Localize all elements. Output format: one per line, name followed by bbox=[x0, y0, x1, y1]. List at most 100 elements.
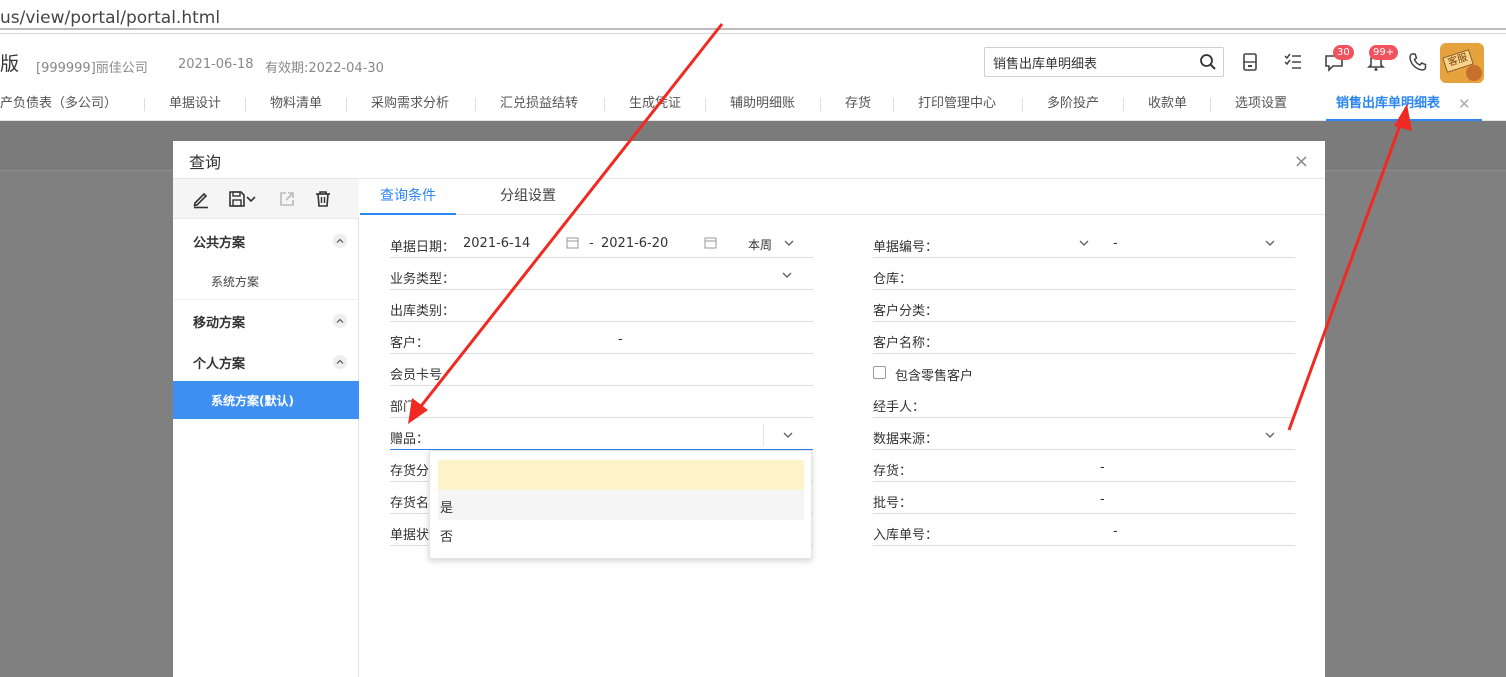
tab-inventory[interactable]: 存货 bbox=[845, 87, 871, 121]
tab-divider bbox=[475, 98, 476, 111]
chevron-down-icon[interactable] bbox=[1265, 238, 1275, 248]
url-text[interactable]: us/view/portal/portal.html bbox=[0, 6, 1506, 30]
tab-exchange-gain[interactable]: 汇兑损益结转 bbox=[500, 87, 578, 121]
include-retail-field[interactable]: 包含零售客户 bbox=[873, 359, 1295, 387]
calendar-icon[interactable] bbox=[704, 236, 717, 249]
tab-balance-sheet[interactable]: 产负债表（多公司） bbox=[0, 87, 117, 121]
task-list-icon[interactable] bbox=[1283, 52, 1303, 72]
customer-range-separator: - bbox=[618, 332, 623, 347]
gift-option-no-label: 否 bbox=[440, 530, 454, 545]
warehouse-field[interactable]: 仓库： bbox=[873, 262, 1295, 290]
doc-no-field[interactable]: 单据编号： - bbox=[873, 230, 1295, 258]
calendar-icon[interactable] bbox=[566, 236, 579, 249]
trash-icon[interactable] bbox=[313, 189, 333, 209]
chevron-up-icon[interactable] bbox=[333, 234, 347, 248]
include-retail-checkbox[interactable] bbox=[873, 366, 886, 379]
scheme-toolbar bbox=[173, 179, 359, 219]
chevron-down-icon[interactable] bbox=[782, 270, 792, 280]
group-mobile-scheme[interactable]: 移动方案 bbox=[193, 312, 245, 331]
global-search-input[interactable] bbox=[993, 52, 1189, 72]
export-icon[interactable] bbox=[277, 189, 297, 209]
gift-option-no[interactable]: 否 bbox=[438, 519, 804, 549]
tab-divider bbox=[245, 98, 246, 111]
tab-receipt[interactable]: 收款单 bbox=[1148, 87, 1187, 121]
gift-label: 赠品： bbox=[390, 432, 430, 447]
biz-type-field[interactable]: 业务类型： bbox=[390, 262, 813, 290]
edit-icon[interactable] bbox=[191, 189, 211, 209]
gift-option-empty[interactable] bbox=[438, 460, 804, 490]
customer-service-avatar[interactable]: 客服 bbox=[1440, 43, 1484, 83]
tab-bom[interactable]: 物料清单 bbox=[270, 87, 322, 121]
scheme-item-system-default[interactable]: 系统方案(默认) bbox=[173, 381, 359, 419]
tab-multilevel-production[interactable]: 多阶投产 bbox=[1047, 87, 1099, 121]
biz-type-label: 业务类型： bbox=[390, 272, 456, 287]
include-retail-label: 包含零售客户 bbox=[895, 369, 974, 384]
customer-class-field[interactable]: 客户分类： bbox=[873, 294, 1295, 322]
chevron-down-icon[interactable] bbox=[784, 238, 794, 248]
chevron-up-icon[interactable] bbox=[333, 355, 347, 369]
handler-label: 经手人： bbox=[873, 400, 926, 415]
brand-text: 版 bbox=[0, 53, 20, 75]
in-no-label: 入库单号： bbox=[873, 528, 939, 543]
out-category-label: 出库类别： bbox=[390, 304, 456, 319]
data-source-field[interactable]: 数据来源： bbox=[873, 422, 1295, 450]
open-pages-tabbar: 产负债表（多公司） 单据设计 物料清单 采购需求分析 汇兑损益结转 生成凭证 辅… bbox=[0, 87, 1506, 121]
batch-field[interactable]: 批号： - bbox=[873, 486, 1295, 514]
member-card-field[interactable]: 会员卡号 bbox=[390, 358, 813, 386]
global-search[interactable] bbox=[984, 47, 1224, 77]
tab-divider bbox=[346, 98, 347, 111]
scheme-divider bbox=[173, 299, 359, 300]
chevron-down-icon[interactable] bbox=[1265, 430, 1275, 440]
doc-date-field: 单据日期： 2021-6-14 - 2021-6-20 本周 bbox=[390, 230, 813, 258]
group-personal-scheme[interactable]: 个人方案 bbox=[193, 353, 245, 372]
phone-icon[interactable] bbox=[1408, 52, 1428, 72]
member-card-label: 会员卡号 bbox=[390, 368, 443, 383]
tab-doc-design[interactable]: 单据设计 bbox=[169, 87, 221, 121]
message-count-badge: 30 bbox=[1333, 45, 1354, 60]
gift-option-yes[interactable]: 是 bbox=[438, 490, 804, 520]
tab-divider bbox=[893, 98, 894, 111]
close-icon[interactable]: × bbox=[1294, 151, 1309, 172]
close-tab-icon[interactable]: ✕ bbox=[1458, 95, 1471, 113]
chevron-up-icon[interactable] bbox=[333, 314, 347, 328]
app-header: 版 [999999]丽佳公司 2021-06-18 有效期:2022-04-30… bbox=[0, 35, 1506, 87]
out-category-field[interactable]: 出库类别： bbox=[390, 294, 813, 322]
chevron-down-icon[interactable] bbox=[245, 189, 257, 209]
doc-no-range-separator: - bbox=[1113, 236, 1118, 251]
search-icon[interactable] bbox=[1199, 53, 1217, 71]
gift-field[interactable]: 赠品： bbox=[390, 422, 813, 450]
department-field[interactable]: 部门 bbox=[390, 390, 813, 418]
gift-option-yes-label: 是 bbox=[440, 501, 454, 516]
valid-until: 有效期:2022-04-30 bbox=[265, 61, 384, 76]
customer-field[interactable]: 客户： - bbox=[390, 326, 813, 354]
tab-generate-voucher[interactable]: 生成凭证 bbox=[629, 87, 681, 121]
tab-divider bbox=[1210, 98, 1211, 111]
customer-class-label: 客户分类： bbox=[873, 304, 939, 319]
tab-options[interactable]: 选项设置 bbox=[1235, 87, 1287, 121]
browser-url-bar[interactable]: us/view/portal/portal.html bbox=[0, 0, 1506, 34]
period-select[interactable]: 本周 bbox=[748, 236, 772, 253]
query-tabs: 查询条件 分组设置 bbox=[360, 179, 1325, 215]
save-icon[interactable] bbox=[227, 189, 247, 209]
tab-purchase-demand[interactable]: 采购需求分析 bbox=[371, 87, 449, 121]
chevron-down-icon[interactable] bbox=[1079, 238, 1089, 248]
group-public-scheme[interactable]: 公共方案 bbox=[193, 232, 245, 251]
customer-name-field[interactable]: 客户名称： bbox=[873, 326, 1295, 354]
in-no-range-separator: - bbox=[1113, 524, 1118, 539]
handler-field[interactable]: 经手人： bbox=[873, 390, 1295, 418]
tab-group-settings[interactable]: 分组设置 bbox=[500, 179, 556, 215]
doc-date-to-input[interactable]: 2021-6-20 bbox=[601, 236, 668, 251]
tab-aux-ledger[interactable]: 辅助明细账 bbox=[730, 87, 795, 121]
doc-date-from-input[interactable]: 2021-6-14 bbox=[463, 236, 530, 251]
stock-field[interactable]: 存货： - bbox=[873, 454, 1295, 482]
tab-query-conditions[interactable]: 查询条件 bbox=[360, 179, 456, 215]
tab-sales-outbound-detail-label: 销售出库单明细表 bbox=[1336, 96, 1441, 111]
calculator-icon[interactable] bbox=[1240, 52, 1260, 72]
scheme-item-system[interactable]: 系统方案 bbox=[211, 273, 259, 290]
batch-label: 批号： bbox=[873, 496, 913, 511]
data-source-label: 数据来源： bbox=[873, 432, 939, 447]
in-no-field[interactable]: 入库单号： - bbox=[873, 518, 1295, 546]
chevron-down-icon[interactable] bbox=[783, 430, 793, 440]
tab-print-center[interactable]: 打印管理中心 bbox=[918, 87, 996, 121]
tab-divider bbox=[705, 98, 706, 111]
